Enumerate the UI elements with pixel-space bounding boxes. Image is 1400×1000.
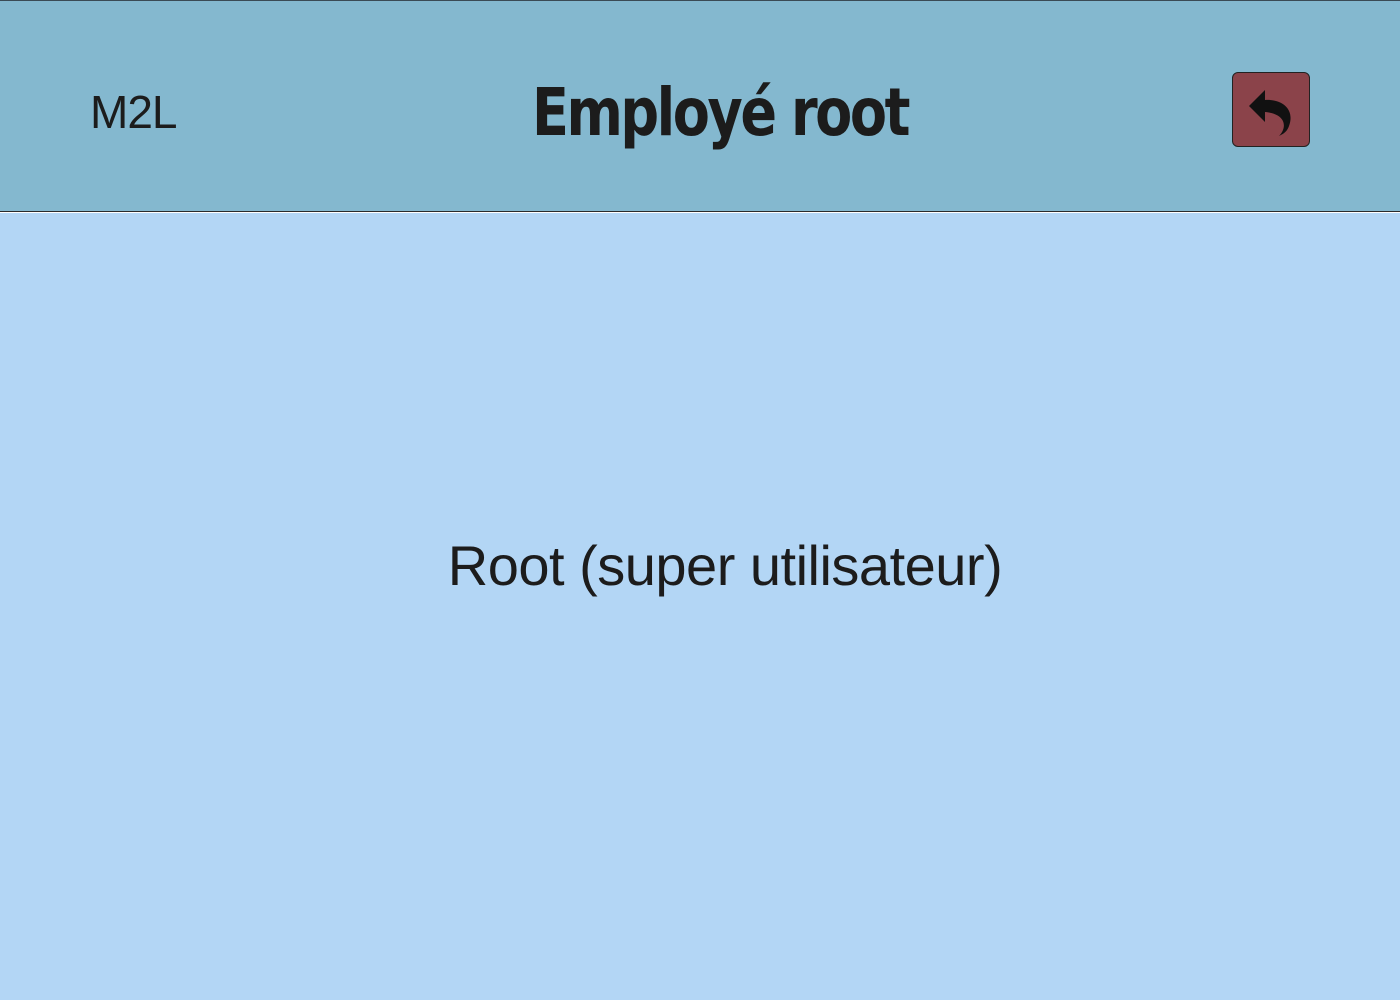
employee-role-label: Root (super utilisateur) xyxy=(447,534,1003,597)
header-bar: M2L Employé root xyxy=(0,0,1400,212)
page-title: Employé root xyxy=(531,74,911,151)
main-content: Root (super utilisateur) xyxy=(0,213,1400,1000)
back-button[interactable] xyxy=(1232,72,1310,147)
reply-arrow-icon xyxy=(1249,89,1291,136)
